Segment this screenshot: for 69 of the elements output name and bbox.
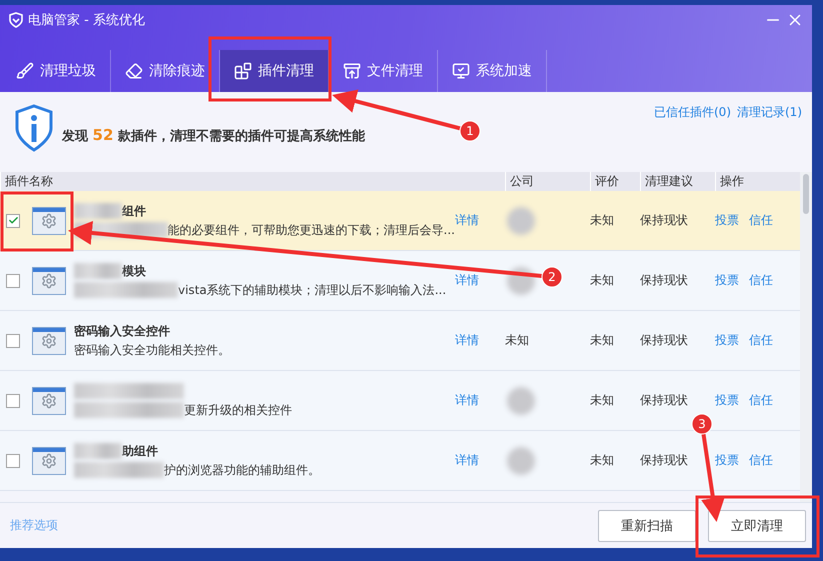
- step-number-badge: 2: [542, 266, 562, 288]
- rating-cell-text: 未知: [590, 272, 615, 289]
- header-link[interactable]: 清理记录(1): [737, 104, 802, 121]
- details-link[interactable]: 详情: [455, 212, 495, 229]
- details-link[interactable]: 详情: [455, 332, 495, 349]
- monitor-check-icon: [452, 62, 470, 80]
- plugin-description: 护的浏览器功能的辅助组件。: [164, 462, 320, 478]
- tab[interactable]: 文件清理: [329, 50, 438, 92]
- plugin-window-icon: [32, 386, 66, 414]
- plugin-description: 更新升级的相关控件: [184, 402, 292, 418]
- plugin-description: 密码输入安全功能相关控件。: [74, 342, 230, 358]
- rating-cell-text: 未知: [590, 332, 615, 349]
- recommended-options-link[interactable]: 推荐选项: [10, 517, 586, 534]
- checkbox[interactable]: [6, 214, 20, 228]
- advice-cell-text: 保持现状: [640, 332, 689, 349]
- plugin-window-icon: [32, 266, 66, 294]
- plugin-window-icon: [32, 326, 66, 354]
- action-link[interactable]: 信任: [749, 453, 773, 467]
- blocks-icon: [234, 62, 252, 80]
- action-link[interactable]: 信任: [749, 273, 773, 287]
- advice-cell-text: 保持现状: [640, 272, 689, 289]
- plugin-name: 助组件: [122, 442, 158, 460]
- scrollbar[interactable]: [800, 172, 812, 502]
- tab[interactable]: 清理垃圾: [2, 50, 111, 92]
- plugin-name: 密码输入安全控件: [74, 322, 170, 340]
- plugin-row[interactable]: 组件 能的必要组件，可帮助您更迅速的下载；清理后会导... 详情 未知 保持现状 投票 信任: [0, 191, 800, 251]
- summary-text: 发现 52 款插件，清理不需要的插件可提高系统性能: [62, 126, 365, 145]
- action-link[interactable]: 信任: [749, 393, 773, 407]
- plugin-name: 模块: [122, 262, 146, 280]
- action-link[interactable]: 投票: [715, 333, 739, 347]
- window-title: 电脑管家 - 系统优化: [28, 12, 146, 29]
- rescan-button[interactable]: 重新扫描: [598, 510, 696, 542]
- checkbox[interactable]: [6, 394, 20, 408]
- details-link[interactable]: 详情: [455, 452, 495, 469]
- tray-arrow-icon: [343, 62, 361, 80]
- rating-cell-text: 未知: [590, 452, 615, 469]
- header-link[interactable]: 已信任插件(0): [654, 104, 731, 121]
- advice-cell-text: 保持现状: [640, 392, 689, 409]
- step-number-badge: 3: [692, 414, 712, 434]
- tab[interactable]: 插件清理: [220, 50, 329, 92]
- details-link[interactable]: 详情: [455, 272, 495, 289]
- action-link[interactable]: 投票: [715, 453, 739, 467]
- shield-info-icon: [14, 104, 54, 152]
- checkbox[interactable]: [6, 454, 20, 468]
- plugin-description: vista系统下的辅助模块；清理以后不影响输入法...: [178, 282, 446, 298]
- brush-icon: [16, 62, 34, 80]
- checkbox[interactable]: [6, 274, 20, 288]
- plugin-window-icon: [32, 206, 66, 234]
- rating-cell-text: 未知: [590, 392, 615, 409]
- company-cell-text: 未知: [505, 332, 530, 349]
- rating-cell-text: 未知: [590, 212, 615, 229]
- action-link[interactable]: 投票: [715, 213, 739, 227]
- check-icon: [8, 215, 18, 226]
- plugin-name: 组件: [122, 202, 146, 220]
- plugin-window-icon: [32, 446, 66, 474]
- clean-now-button[interactable]: 立即清理: [708, 510, 806, 542]
- action-link[interactable]: 投票: [715, 393, 739, 407]
- action-link[interactable]: 信任: [749, 213, 773, 227]
- action-link[interactable]: 投票: [715, 273, 739, 287]
- checkbox[interactable]: [6, 334, 20, 348]
- details-link[interactable]: 详情: [455, 392, 495, 409]
- tab[interactable]: 系统加速: [438, 50, 547, 92]
- advice-cell-text: 保持现状: [640, 212, 689, 229]
- action-link[interactable]: 信任: [749, 333, 773, 347]
- eraser-icon: [125, 62, 143, 80]
- advice-cell-text: 保持现状: [640, 452, 689, 469]
- step-number-badge: 1: [460, 120, 480, 142]
- shield-logo-icon: [8, 12, 24, 28]
- plugin-description: 能的必要组件，可帮助您更迅速的下载；清理后会导...: [168, 222, 455, 238]
